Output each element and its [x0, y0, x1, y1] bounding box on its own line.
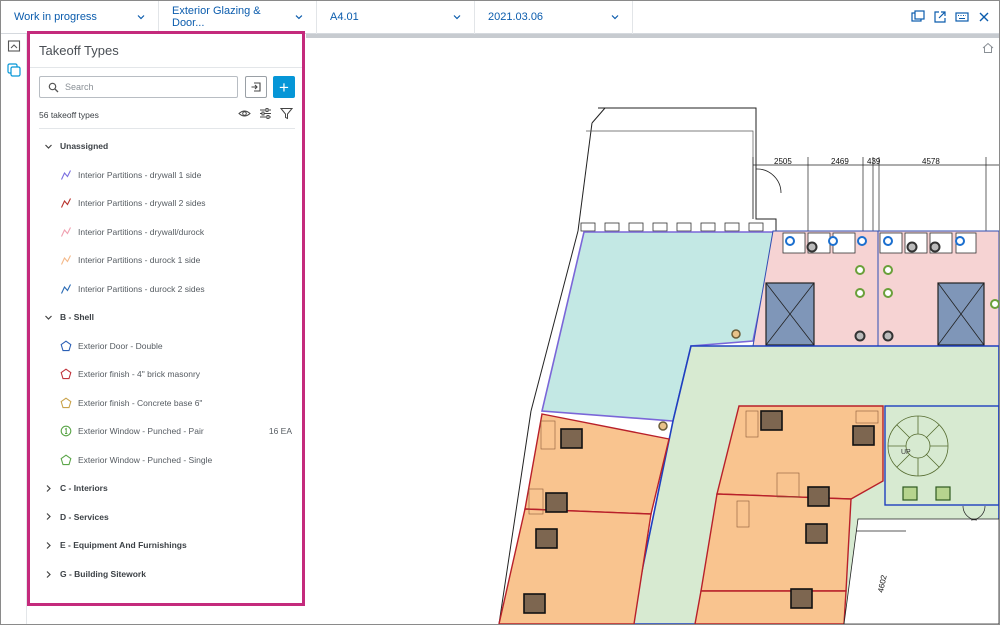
close-icon[interactable]	[977, 10, 991, 24]
takeoff-count: 56 takeoff types	[39, 110, 99, 120]
chevron-right-icon[interactable]	[44, 512, 53, 521]
takeoff-type-item[interactable]: Interior Partitions - durock 1 side	[60, 254, 296, 266]
dimension-label: 2469	[831, 157, 849, 166]
panel-title: Takeoff Types	[39, 43, 119, 58]
takeoff-type-label: Exterior finish - Concrete base 6"	[78, 397, 203, 408]
takeoff-type-item[interactable]: Interior Partitions - drywall/durock	[60, 226, 296, 238]
group-label: E - Equipment And Furnishings	[60, 540, 187, 551]
dimension-label: 439	[867, 157, 881, 166]
left-rail	[1, 34, 27, 624]
set-dropdown[interactable]: Exterior Glazing & Door...	[159, 1, 317, 34]
takeoff-type-item[interactable]: Exterior Window - Punched - Pair 16 EA	[60, 425, 296, 437]
group-row[interactable]: D - Services	[44, 512, 109, 522]
group-row[interactable]: C - Interiors	[44, 483, 108, 493]
date-dropdown-label: 2021.03.06	[488, 11, 544, 23]
date-dropdown[interactable]: 2021.03.06	[475, 1, 633, 34]
top-actions	[911, 10, 991, 24]
takeoff-type-item[interactable]: Interior Partitions - drywall 1 side	[60, 169, 296, 181]
drawing-canvas[interactable]: 2505 2469 439 4578 UP 4602	[306, 38, 999, 624]
chevron-down-icon[interactable]	[44, 142, 53, 151]
group-label: G - Building Sitework	[60, 569, 146, 579]
takeoff-type-item[interactable]: Exterior Door - Double	[60, 340, 296, 352]
home-icon[interactable]	[982, 42, 994, 54]
quantity-badge: 16 EA	[268, 426, 292, 437]
pentagon-icon	[60, 368, 72, 380]
divider	[30, 67, 302, 68]
takeoff-type-label: Interior Partitions - drywall 1 side	[78, 169, 202, 180]
group-label: Unassigned	[60, 141, 109, 151]
count-icon	[60, 425, 72, 437]
import-button[interactable]	[245, 76, 267, 98]
chevron-right-icon[interactable]	[44, 484, 53, 493]
chevron-down-icon	[295, 15, 303, 20]
takeoff-type-label: Exterior finish - 4" brick masonry	[78, 369, 201, 380]
compare-icon[interactable]	[911, 10, 925, 24]
group-row[interactable]: E - Equipment And Furnishings	[44, 540, 187, 550]
keyboard-icon[interactable]	[955, 10, 969, 24]
line-icon	[61, 198, 71, 208]
takeoff-type-label: Interior Partitions - drywall 2 sides	[78, 198, 206, 209]
search-icon	[48, 82, 59, 92]
line-icon	[61, 283, 71, 294]
line-icon	[61, 169, 71, 180]
takeoff-type-label: Interior Partitions - drywall/durock	[78, 226, 205, 237]
chevron-right-icon[interactable]	[44, 570, 53, 579]
settings-sliders-icon[interactable]	[259, 107, 272, 120]
chevron-down-icon	[453, 15, 461, 20]
set-dropdown-label: Exterior Glazing & Door...	[172, 5, 261, 29]
chevron-down-icon	[611, 15, 619, 20]
search-field[interactable]	[39, 76, 238, 98]
takeoff-type-label: Interior Partitions - durock 2 sides	[78, 283, 205, 294]
takeoff-type-label: Exterior Window - Punched - Single	[78, 454, 213, 465]
takeoff-icon[interactable]	[7, 63, 21, 77]
takeoff-type-item[interactable]: Exterior Window - Punched - Single	[60, 454, 296, 466]
status-dropdown-label: Work in progress	[14, 11, 97, 23]
list-tools	[238, 107, 293, 120]
sheets-icon[interactable]	[7, 39, 21, 53]
search-input[interactable]	[65, 82, 235, 92]
line-icon	[61, 226, 71, 237]
takeoff-type-item[interactable]: Exterior finish - 4" brick masonry	[60, 368, 296, 380]
sheet-dropdown[interactable]: A4.01	[317, 1, 475, 34]
pentagon-icon	[60, 454, 72, 465]
add-takeoff-type-button[interactable]: +	[273, 76, 295, 98]
takeoff-type-label: Exterior Door - Double	[78, 340, 163, 351]
floor-plan: 2505 2469 439 4578 UP 4602	[498, 107, 999, 624]
divider	[39, 128, 295, 129]
takeoff-type-label: Exterior Window - Punched - Pair	[78, 426, 204, 437]
takeoff-type-label: Interior Partitions - durock 1 side	[78, 255, 201, 266]
group-label: C - Interiors	[60, 483, 108, 494]
takeoff-types-panel: Takeoff Types + 56 takeoff types Unassig…	[27, 31, 305, 606]
chevron-right-icon[interactable]	[44, 541, 53, 550]
group-label: B - Shell	[60, 312, 95, 323]
import-icon	[251, 82, 261, 92]
chevron-down-icon	[137, 15, 145, 20]
sheet-dropdown-label: A4.01	[330, 11, 359, 23]
top-toolbar: Work in progress Exterior Glazing & Door…	[1, 1, 999, 34]
dimension-label: 4578	[922, 157, 940, 166]
visibility-icon[interactable]	[238, 107, 251, 120]
chevron-down-icon[interactable]	[44, 313, 53, 322]
group-row[interactable]: B - Shell	[44, 312, 94, 322]
line-icon	[61, 255, 71, 265]
app-window: Work in progress Exterior Glazing & Door…	[0, 0, 1000, 625]
group-label: D - Services	[60, 511, 109, 522]
group-row[interactable]: Unassigned	[44, 141, 108, 151]
takeoff-type-item[interactable]: Interior Partitions - durock 2 sides	[60, 283, 296, 295]
stair-label: UP	[901, 449, 911, 456]
share-icon[interactable]	[933, 10, 947, 24]
group-row[interactable]: G - Building Sitework	[44, 569, 146, 579]
filter-icon[interactable]	[280, 107, 293, 120]
dimension-label: 2505	[774, 157, 792, 166]
takeoff-type-item[interactable]: Exterior finish - Concrete base 6"	[60, 397, 296, 409]
pentagon-icon	[60, 340, 72, 351]
takeoff-type-item[interactable]: Interior Partitions - drywall 2 sides	[60, 197, 296, 209]
pentagon-icon	[60, 397, 72, 408]
status-dropdown[interactable]: Work in progress	[1, 1, 159, 34]
